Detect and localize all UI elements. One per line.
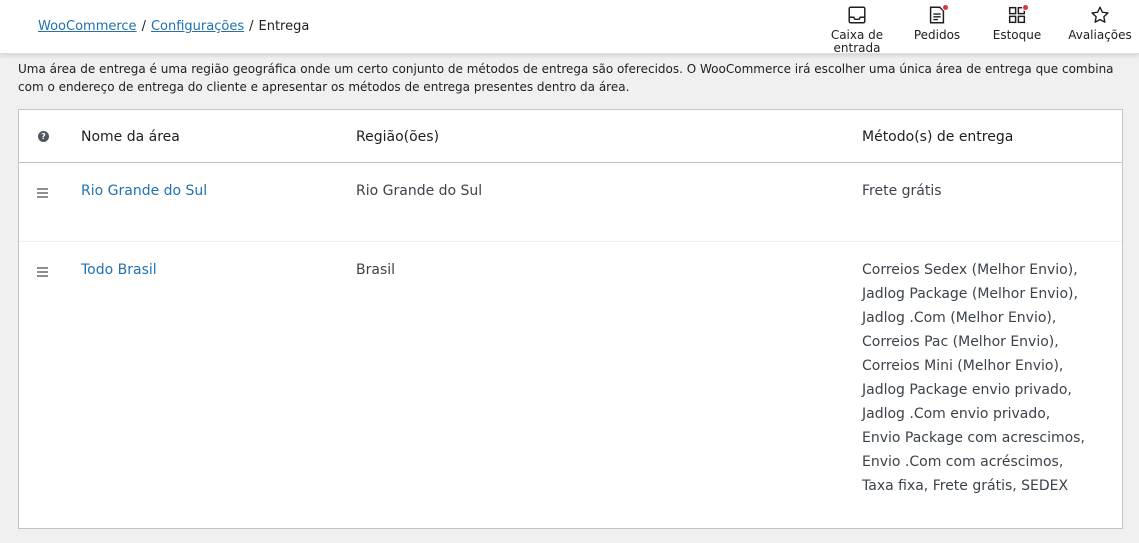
stock-icon <box>1006 4 1029 26</box>
breadcrumb-current: Entrega <box>258 19 310 34</box>
orders-icon <box>926 4 949 26</box>
breadcrumb-woocommerce-link[interactable]: WooCommerce <box>38 19 137 34</box>
column-header-regions: Região(ões) <box>356 129 440 145</box>
shipping-zones-description: Uma área de entrega é uma região geográf… <box>18 62 1114 94</box>
inbox-icon <box>846 4 868 26</box>
breadcrumb-settings-link[interactable]: Configurações <box>151 19 244 34</box>
stock-button[interactable]: Estoque <box>985 0 1049 54</box>
orders-button[interactable]: Pedidos <box>905 0 969 54</box>
drag-handle-icon[interactable] <box>37 188 48 200</box>
orders-label: Pedidos <box>913 28 961 42</box>
reviews-label: Avaliações <box>1068 28 1132 42</box>
table-row: Rio Grande do Sul Rio Grande do Sul Fret… <box>19 164 1122 242</box>
zone-name-link[interactable]: Todo Brasil <box>81 258 157 282</box>
zone-methods: Correios Sedex (Melhor Envio), Jadlog Pa… <box>862 262 1085 494</box>
star-icon <box>1089 4 1111 26</box>
drag-handle-icon[interactable] <box>37 267 48 279</box>
stock-label: Estoque <box>992 28 1042 42</box>
top-header: WooCommerce / Configurações / Entrega Caixa … <box>0 0 1139 55</box>
inbox-button[interactable]: Caixa de entrada <box>818 0 896 55</box>
inbox-label: Caixa de entrada <box>830 28 884 55</box>
table-header: ? Nome da área Região(ões) Método(s) de … <box>19 110 1122 163</box>
breadcrumb-separator: / <box>249 19 254 34</box>
zone-name-link[interactable]: Rio Grande do Sul <box>81 179 207 203</box>
column-header-zone-name: Nome da área <box>81 129 180 145</box>
breadcrumb: WooCommerce / Configurações / Entrega <box>38 18 309 36</box>
zone-methods: Frete grátis <box>862 183 942 199</box>
zone-region: Rio Grande do Sul <box>356 183 483 199</box>
column-header-methods: Método(s) de entrega <box>862 129 1014 145</box>
breadcrumb-separator: / <box>141 19 146 34</box>
zone-region: Brasil <box>356 262 396 278</box>
reviews-button[interactable]: Avaliações <box>1064 0 1136 54</box>
shipping-zones-table: ? Nome da área Região(ões) Método(s) de … <box>18 109 1123 529</box>
table-row: Todo Brasil Brasil Correios Sedex (Melho… <box>19 243 1122 543</box>
help-icon[interactable]: ? <box>38 131 49 142</box>
orders-notification-dot <box>942 4 949 11</box>
stock-notification-dot <box>1022 4 1029 11</box>
